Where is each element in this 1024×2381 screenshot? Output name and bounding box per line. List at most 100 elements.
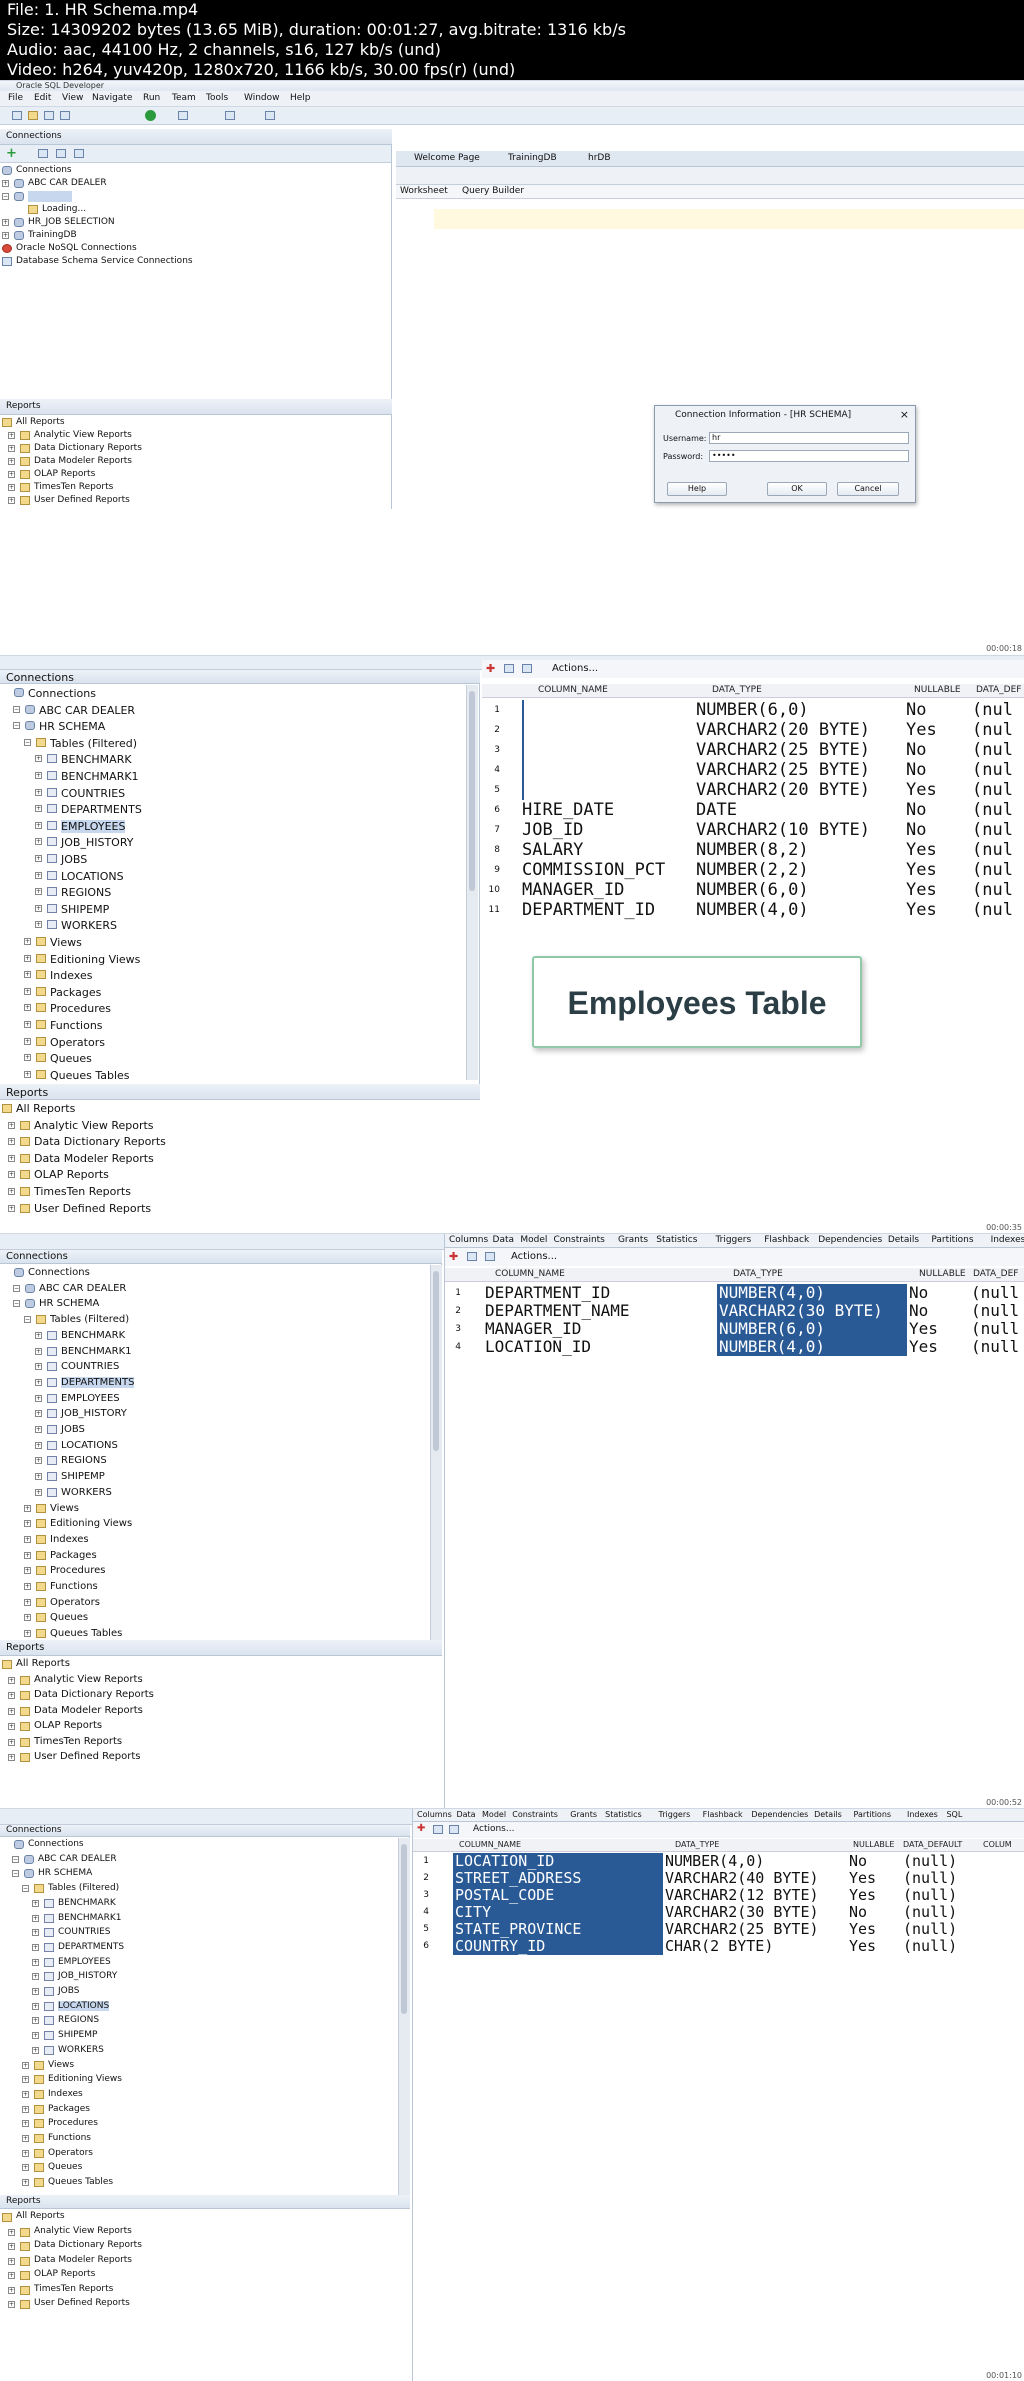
tree-node-employees[interactable]: + EMPLOYEES <box>2 1956 400 1971</box>
add-connection-icon[interactable]: + <box>6 146 17 161</box>
tab-welcome-page[interactable]: Welcome Page <box>414 153 480 163</box>
tree-node-shipemp[interactable]: + SHIPEMP <box>2 901 472 918</box>
expand-toggle-icon[interactable]: + <box>35 904 42 912</box>
username-field[interactable]: hr <box>709 432 909 444</box>
pin-icon[interactable]: ✚ <box>417 1823 425 1834</box>
password-field[interactable]: ••••• <box>709 450 909 462</box>
tree-node-queues[interactable]: + Queues <box>2 1050 472 1067</box>
table-row[interactable]: 5 STATE_PROVINCE VARCHAR2(25 BYTE) Yes (null… <box>413 1921 1024 1938</box>
expand-toggle-icon[interactable]: + <box>35 788 42 796</box>
edit-icon[interactable] <box>433 1825 443 1834</box>
tab-statistics[interactable]: Statistics <box>605 1810 642 1819</box>
expand-toggle-icon[interactable]: + <box>32 2046 39 2054</box>
expand-toggle-icon[interactable]: − <box>13 722 20 730</box>
expand-toggle-icon[interactable]: + <box>24 1004 31 1012</box>
expand-toggle-icon[interactable]: + <box>35 1378 42 1386</box>
tab-hrdb[interactable]: hrDB <box>588 153 611 163</box>
navigate-forward-icon[interactable] <box>225 111 235 120</box>
tree-node-workers[interactable]: + WORKERS <box>2 2044 400 2059</box>
column-header-nullable[interactable]: NULLABLE <box>853 1840 894 1849</box>
expand-toggle-icon[interactable]: − <box>13 705 20 713</box>
tree-node-hr-schema[interactable]: − HR SCHEMA <box>2 718 472 735</box>
tab-constraints[interactable]: Constraints <box>554 1235 605 1245</box>
tree-node-regions[interactable]: + REGIONS <box>2 884 472 901</box>
tab-trainingdb[interactable]: TrainingDB <box>508 153 557 163</box>
expand-toggle-icon[interactable]: + <box>24 1037 31 1045</box>
column-header-name[interactable]: COLUMN_NAME <box>495 1269 565 1279</box>
table-row[interactable]: 5 PHONE_NUMBER VARCHAR2(20 BYTE) Yes (nul <box>482 780 1024 800</box>
column-header-data-default[interactable]: DATA_DEF <box>976 685 1021 695</box>
expand-toggle-icon[interactable]: + <box>35 805 42 813</box>
tree-node-employees[interactable]: + EMPLOYEES <box>2 1391 432 1407</box>
tab-dependencies[interactable]: Dependencies <box>751 1810 808 1819</box>
expand-toggle-icon[interactable]: − <box>12 1855 19 1863</box>
tab-triggers[interactable]: Triggers <box>715 1235 751 1245</box>
expand-toggle-icon[interactable]: + <box>35 871 42 879</box>
tree-node-countries[interactable]: + COUNTRIES <box>2 1926 400 1941</box>
expand-toggle-icon[interactable]: + <box>8 1723 15 1730</box>
tree-node-workers[interactable]: + WORKERS <box>2 917 472 934</box>
tab-details[interactable]: Details <box>814 1810 842 1819</box>
tree-node-shipemp[interactable]: + SHIPEMP <box>2 1469 432 1485</box>
refresh-icon[interactable] <box>522 664 532 673</box>
tab-flashback[interactable]: Flashback <box>703 1810 743 1819</box>
expand-toggle-icon[interactable]: + <box>24 1567 31 1575</box>
filter-icon[interactable] <box>56 149 66 158</box>
tab-grants[interactable]: Grants <box>570 1810 597 1819</box>
tree-scrollbar[interactable] <box>466 685 478 1080</box>
tree-node-workers[interactable]: + WORKERS <box>2 1485 432 1501</box>
tree-node-connections[interactable]: Connections <box>2 1838 400 1853</box>
tree-node-departments[interactable]: + DEPARTMENTS <box>2 1375 432 1391</box>
expand-toggle-icon[interactable]: + <box>22 2135 29 2142</box>
save-icon[interactable] <box>44 111 54 120</box>
expand-toggle-icon[interactable]: + <box>35 921 42 929</box>
expand-toggle-icon[interactable]: + <box>8 2243 15 2250</box>
tree-node-views[interactable]: + Views <box>2 934 472 951</box>
column-header-data-type[interactable]: DATA_TYPE <box>712 685 762 695</box>
expand-toggle-icon[interactable]: + <box>35 1410 42 1418</box>
dialog-close-icon[interactable]: × <box>900 408 909 421</box>
tree-node-regions[interactable]: + REGIONS <box>2 1453 432 1469</box>
tree-node-hr-schema[interactable]: − HR SCHEMA <box>2 1296 432 1312</box>
tree-node-abc-car-dealer[interactable]: − ABC CAR DEALER <box>2 702 472 719</box>
actions-menu[interactable]: Actions... <box>552 663 598 674</box>
expand-toggle-icon[interactable]: − <box>13 1300 20 1308</box>
tree-node-procedures[interactable]: + Procedures <box>2 1000 472 1017</box>
tab-grants[interactable]: Grants <box>618 1235 648 1245</box>
tab-partitions[interactable]: Partitions <box>931 1235 973 1245</box>
tab-query-builder[interactable]: Query Builder <box>462 186 524 196</box>
tree-node-benchmark1[interactable]: + BENCHMARK1 <box>2 1912 400 1927</box>
tree-node-functions[interactable]: + Functions <box>2 1017 472 1034</box>
expand-toggle-icon[interactable]: + <box>24 1630 31 1638</box>
expand-toggle-icon[interactable]: + <box>35 1331 42 1339</box>
expand-toggle-icon[interactable]: + <box>24 1021 31 1028</box>
new-icon[interactable] <box>12 111 22 120</box>
expand-toggle-icon[interactable]: + <box>22 2179 29 2187</box>
tree-scrollbar[interactable] <box>398 1838 410 2198</box>
tree-node-locations[interactable]: + LOCATIONS <box>2 2000 400 2015</box>
expand-toggle-icon[interactable]: + <box>35 1426 42 1433</box>
column-header-name[interactable]: COLUMN_NAME <box>459 1840 521 1849</box>
expand-toggle-icon[interactable]: + <box>22 2076 29 2084</box>
table-row[interactable]: 3 MANAGER_ID NUMBER(6,0) Yes (null <box>445 1320 1024 1338</box>
expand-toggle-icon[interactable]: − <box>24 1316 31 1324</box>
expand-toggle-icon[interactable]: + <box>8 2257 15 2265</box>
tab-worksheet[interactable]: Worksheet <box>400 186 448 196</box>
tree-node-operators[interactable]: + Operators <box>2 1034 472 1051</box>
tree-node-editioning-views[interactable]: + Editioning Views <box>2 951 472 968</box>
pin-icon[interactable]: ✚ <box>486 662 495 675</box>
menu-edit[interactable]: Edit <box>34 93 51 103</box>
actions-menu[interactable]: Actions... <box>511 1251 557 1262</box>
expand-toggle-icon[interactable]: + <box>24 1504 31 1512</box>
expand-toggle-icon[interactable]: + <box>24 954 31 962</box>
expand-toggle-icon[interactable]: + <box>24 971 31 979</box>
table-row[interactable]: 1 LOCATION_ID NUMBER(4,0) No (null) <box>413 1853 1024 1870</box>
expand-toggle-icon[interactable]: + <box>35 1347 42 1355</box>
tree-node-shipemp[interactable]: + SHIPEMP <box>2 2029 400 2044</box>
expand-toggle-icon[interactable]: + <box>35 1488 42 1496</box>
expand-toggle-icon[interactable]: + <box>8 2228 15 2236</box>
expand-toggle-icon[interactable]: + <box>32 2032 39 2040</box>
menu-window[interactable]: Window <box>244 93 280 103</box>
expand-toggle-icon[interactable]: + <box>22 2061 29 2069</box>
expand-toggle-icon[interactable]: + <box>32 1943 39 1951</box>
